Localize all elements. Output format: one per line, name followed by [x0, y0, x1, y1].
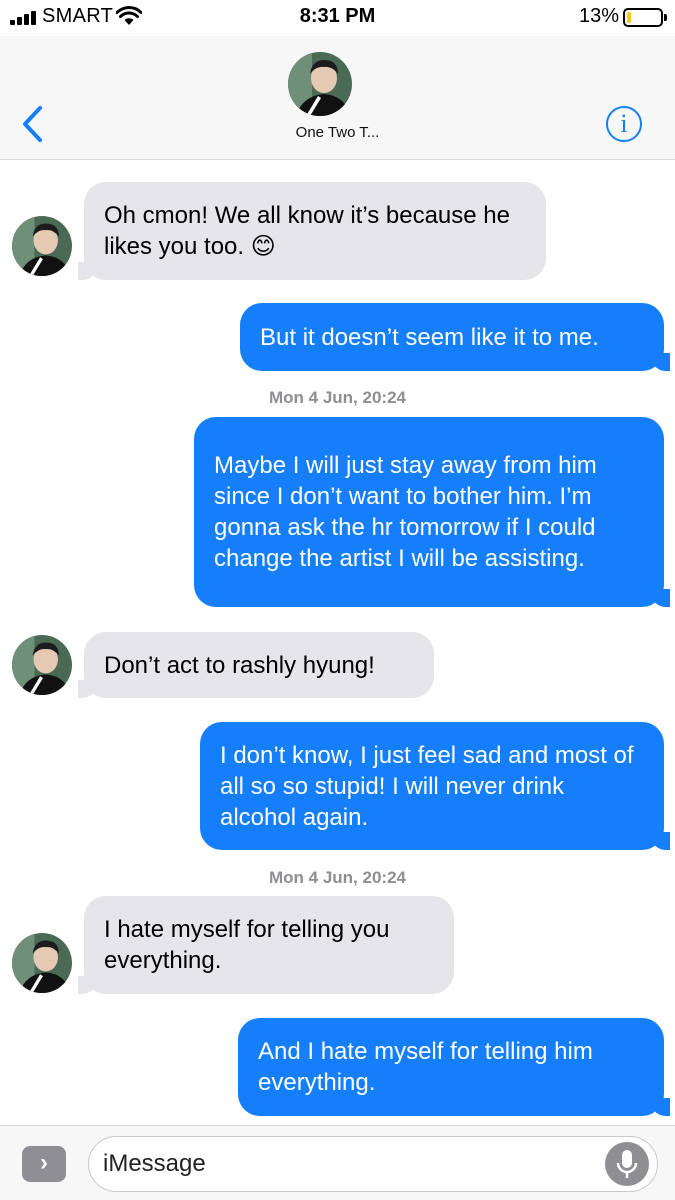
- outgoing-message[interactable]: I don’t know, I just feel sad and most o…: [200, 722, 670, 850]
- info-icon: i: [620, 109, 628, 138]
- timestamp: Mon 4 Jun, 20:24: [269, 868, 406, 887]
- info-button[interactable]: i: [606, 106, 642, 142]
- message-text: Maybe I will just stay away from him sin…: [214, 452, 597, 572]
- chevron-right-icon: ›: [40, 1149, 48, 1176]
- contact-avatar[interactable]: [288, 52, 352, 116]
- incoming-message[interactable]: Oh cmon! We all know it’s because he lik…: [78, 182, 546, 280]
- timestamp: Mon 4 Jun, 20:24: [269, 388, 406, 407]
- message-text: But it doesn’t seem like it to me.: [260, 323, 599, 351]
- sender-avatar[interactable]: [12, 635, 72, 695]
- dictation-button[interactable]: [605, 1142, 649, 1186]
- message-thread[interactable]: Oh cmon! We all know it’s because he lik…: [0, 160, 675, 1125]
- contact-name[interactable]: One Two T...: [0, 124, 675, 141]
- sender-avatar[interactable]: [12, 933, 72, 993]
- sender-avatar[interactable]: [12, 216, 72, 276]
- outgoing-message[interactable]: And I hate myself for telling him everyt…: [238, 1018, 670, 1116]
- status-bar: SMART 8:31 PM 13%: [0, 0, 675, 36]
- message-field[interactable]: [88, 1136, 658, 1192]
- outgoing-message[interactable]: But it doesn’t seem like it to me.: [240, 303, 670, 371]
- message-text: Don’t act to rashly hyung!: [104, 651, 375, 679]
- status-time: 8:31 PM: [299, 5, 376, 27]
- message-input[interactable]: [103, 1147, 583, 1181]
- message-text: I don’t know, I just feel sad and most o…: [220, 741, 634, 831]
- microphone-icon: [616, 1150, 638, 1178]
- outgoing-message[interactable]: Maybe I will just stay away from him sin…: [194, 417, 670, 607]
- battery-percent: 13%: [578, 5, 619, 27]
- message-text: I hate myself for telling you everything…: [104, 916, 390, 974]
- compose-bar: ›: [0, 1125, 675, 1200]
- conversation-header: One Two T... i: [0, 36, 675, 160]
- incoming-message[interactable]: Don’t act to rashly hyung!: [78, 632, 434, 698]
- app-drawer-button[interactable]: ›: [22, 1146, 66, 1182]
- incoming-message[interactable]: I hate myself for telling you everything…: [78, 896, 454, 994]
- battery-icon: [623, 8, 667, 27]
- message-text: Oh cmon! We all know it’s because he lik…: [104, 202, 510, 260]
- message-text: And I hate myself for telling him everyt…: [258, 1038, 593, 1096]
- battery-level: [627, 12, 631, 23]
